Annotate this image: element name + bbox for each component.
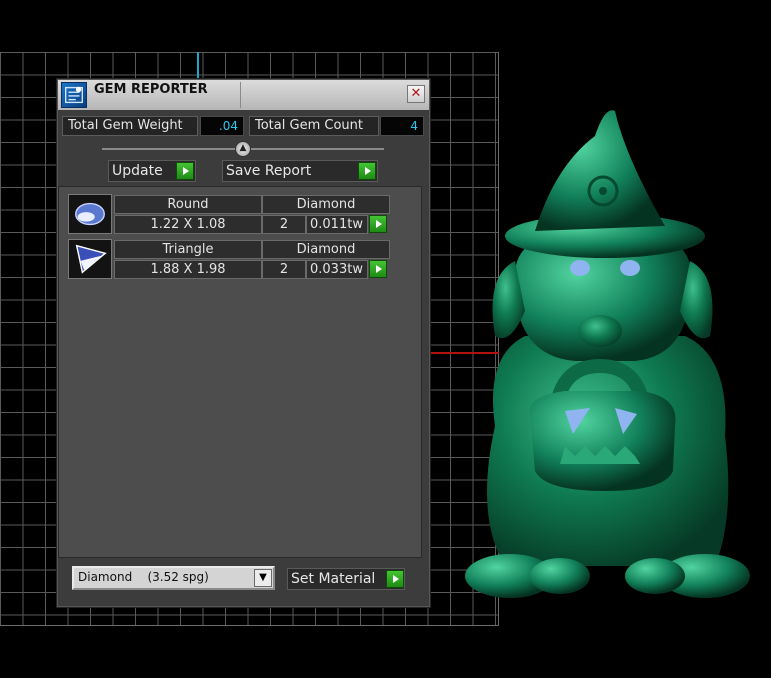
triangle-gem-icon[interactable] [68, 239, 112, 279]
save-report-button[interactable]: Save Report [222, 160, 378, 182]
gem-weight-triangle: 0.033tw [306, 260, 368, 279]
gem-row-round-play-icon[interactable] [369, 215, 387, 233]
close-button[interactable]: ✕ [407, 85, 425, 103]
total-gem-weight-label: Total Gem Weight [62, 116, 198, 136]
gem-reporter-app-icon [61, 82, 87, 108]
save-report-label: Save Report [226, 163, 312, 179]
jewelry-model-figurine[interactable] [455, 96, 755, 608]
viewport-axis-y [197, 52, 199, 80]
round-gem-icon[interactable] [68, 194, 112, 234]
gem-row-triangle-play-icon[interactable] [369, 260, 387, 278]
gem-weight-round: 0.011tw [306, 215, 368, 234]
material-select-value: Diamond (3.52 spg) [78, 570, 209, 584]
set-material-play-icon[interactable] [386, 570, 404, 588]
dialog-titlebar[interactable]: GEM REPORTER ✕ [58, 80, 429, 110]
titlebar-divider [240, 82, 241, 108]
dialog-title: GEM REPORTER [94, 82, 208, 97]
update-play-icon[interactable] [176, 162, 194, 180]
gem-shape-triangle: Triangle [114, 240, 262, 259]
total-gem-count-value: 4 [380, 116, 424, 136]
total-gem-weight-value: .04 [200, 116, 244, 136]
save-report-play-icon[interactable] [358, 162, 376, 180]
gem-count-triangle: 2 [262, 260, 306, 279]
splitter-slider-knob[interactable]: ▲ [235, 141, 251, 157]
gem-material-round: Diamond [262, 195, 390, 214]
total-gem-count-label: Total Gem Count [249, 116, 379, 136]
update-button-label: Update [112, 163, 163, 179]
gem-size-triangle: 1.88 X 1.98 [114, 260, 262, 279]
gem-size-round: 1.22 X 1.08 [114, 215, 262, 234]
chevron-down-icon[interactable]: ▼ [254, 569, 272, 587]
set-material-label: Set Material [291, 571, 376, 587]
gem-shape-round: Round [114, 195, 262, 214]
gem-count-round: 2 [262, 215, 306, 234]
material-select[interactable]: Diamond (3.52 spg) ▼ [72, 566, 275, 590]
gem-material-triangle: Diamond [262, 240, 390, 259]
